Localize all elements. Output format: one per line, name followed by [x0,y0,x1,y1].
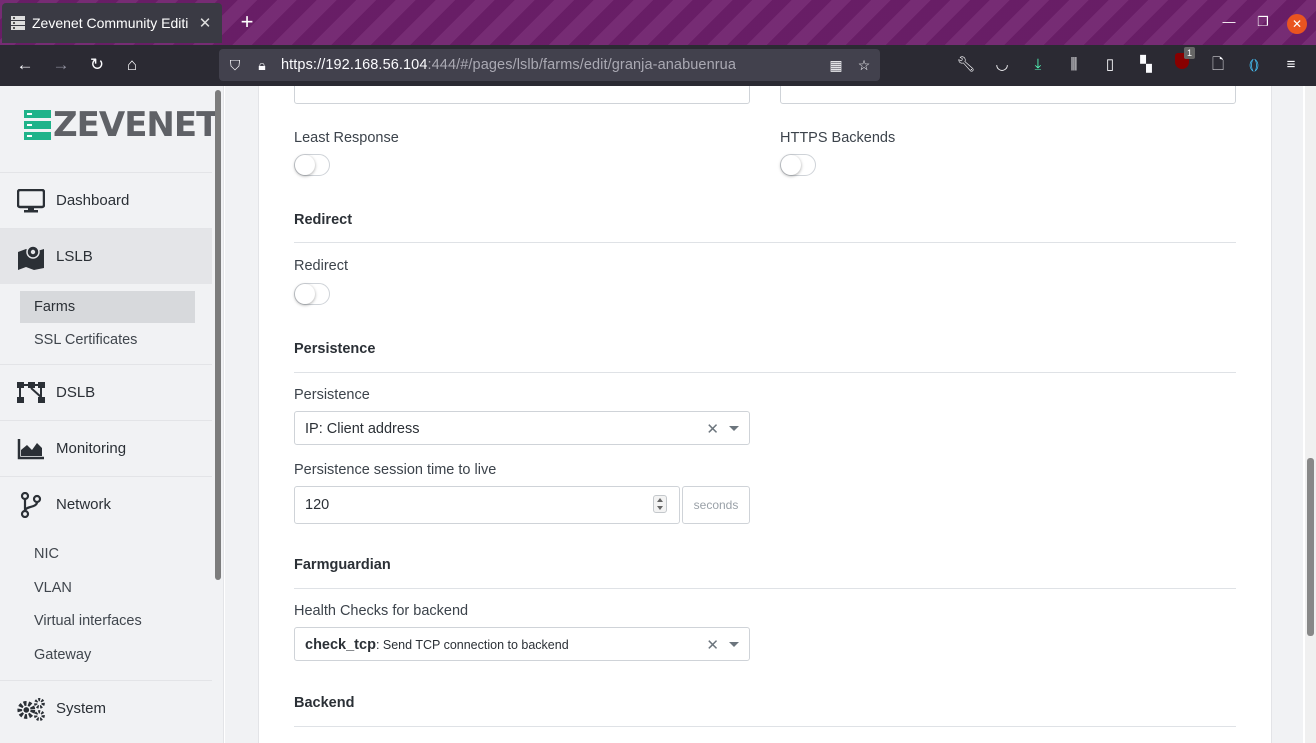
reload-icon[interactable]: ↻ [85,53,109,77]
browser-tab[interactable]: Zevenet Community Editi ✕ [2,3,222,43]
clear-icon[interactable]: ✕ [706,636,719,654]
ttl-unit-addon: seconds [682,486,750,524]
least-response-toggle[interactable] [294,154,330,176]
area-chart-icon [16,436,46,462]
wrench-icon[interactable]: 🔧︎ [954,53,978,77]
page-scrollbar[interactable] [1305,86,1316,743]
close-tab-icon[interactable]: ✕ [196,14,214,32]
back-icon[interactable]: ← [13,53,37,77]
sidebar-item-dslb[interactable]: DSLB [0,364,212,420]
document-icon[interactable]: 🗋︎ [1206,53,1230,77]
least-response-label: Least Response [294,130,399,146]
sidebar-subitem-nic[interactable]: NIC [20,538,195,570]
sidebar-item-label: Monitoring [56,440,127,457]
ttl-label: Persistence session time to live [294,462,497,478]
health-checks-select[interactable]: check_tcp: Send TCP connection to backen… [294,627,750,661]
extension-badge: 1 [1184,47,1196,59]
backend-section-title: Backend [294,695,355,711]
sidebar-item-monitoring[interactable]: Monitoring [0,420,212,476]
zevenet-logo[interactable]: ZEVENET [24,105,219,145]
caret-down-icon[interactable] [729,642,739,647]
logo-server-icon [24,110,51,140]
divider [294,242,1236,243]
health-checks-label: Health Checks for backend [294,603,469,619]
network-nodes-icon [16,380,46,406]
sidebar-item-system[interactable]: System [0,680,212,736]
persistence-select[interactable]: IP: Client address ✕ [294,411,750,445]
farm-edit-card: Least Response HTTPS Backends Redirect R… [258,86,1272,743]
https-backends-toggle[interactable] [780,154,816,176]
monitor-icon [16,188,46,214]
sidebar: ZEVENET Dashboard LSLB Farms SSL Certifi… [0,86,224,743]
sidebar-item-dashboard[interactable]: Dashboard [0,172,212,228]
number-spinner-icon[interactable] [653,495,667,513]
tab-title: Zevenet Community Editi [32,15,189,31]
caret-down-icon[interactable] [729,426,739,431]
sidebar-scrollbar[interactable] [215,90,221,580]
sidebar-item-label: LSLB [56,248,93,265]
pocket-icon[interactable]: ◡ [990,53,1014,77]
minimize-icon[interactable]: — [1220,14,1238,29]
proxy-icon[interactable]: ⦅⦆ [1242,53,1266,77]
divider [294,726,1236,727]
lock-icon[interactable]: 🔒︎ [252,55,272,75]
redirect-toggle[interactable] [294,283,330,305]
sidebar-item-label: System [56,700,107,717]
ttl-value: 120 [305,497,330,513]
sidebar-item-lslb[interactable]: LSLB [0,228,212,284]
home-icon[interactable]: ⌂ [120,53,144,77]
toggle-knob [781,155,801,175]
restore-icon[interactable]: ❐ [1254,14,1272,30]
download-icon[interactable]: ⤓ [1026,53,1050,77]
clear-icon[interactable]: ✕ [706,420,719,438]
divider [294,372,1236,373]
extensions-icon[interactable]: ▚ [1134,53,1158,77]
sidebar-subitem-virtual-interfaces[interactable]: Virtual interfaces [20,605,195,637]
address-bar[interactable]: ⛉ 🔒︎ https://192.168.56.104:444/#/pages/… [219,49,880,81]
sidebar-item-label: DSLB [56,384,96,401]
url-text[interactable]: https://192.168.56.104:444/#/pages/lslb/… [281,57,736,73]
top-right-input[interactable] [780,86,1236,104]
server-favicon-icon [11,16,25,30]
library-icon[interactable]: ⫼ [1062,53,1086,77]
main-content: Least Response HTTPS Backends Redirect R… [225,86,1303,743]
toggle-knob [295,155,315,175]
menu-icon[interactable]: ≡ [1279,53,1303,77]
sidebar-item-label: Network [56,496,112,513]
https-backends-label: HTTPS Backends [780,130,896,146]
health-checks-value: check_tcp: Send TCP connection to backen… [305,637,569,653]
persistence-label: Persistence [294,387,370,403]
farmguardian-section-title: Farmguardian [294,557,391,573]
bookmark-star-icon[interactable]: ☆ [854,55,874,75]
sidebar-item-network[interactable]: Network [0,476,212,532]
branch-icon [16,491,46,518]
sidebar-subitem-ssl-certificates[interactable]: SSL Certificates [20,324,195,356]
gears-icon [16,696,46,722]
sidebar-item-label: Dashboard [56,192,130,209]
redirect-label: Redirect [294,258,348,274]
browser-tab-bar: Zevenet Community Editi ✕ + — ❐ ✕ [0,0,1316,45]
sidebar-subitem-farms[interactable]: Farms [20,291,195,323]
window-close-icon[interactable]: ✕ [1287,14,1307,34]
persistence-section-title: Persistence [294,341,376,357]
sidebar-subitem-vlan[interactable]: VLAN [20,572,195,604]
forward-icon[interactable]: → [49,53,73,77]
page-scrollbar-thumb[interactable] [1307,458,1314,636]
map-icon [16,244,46,270]
new-tab-button[interactable]: + [236,10,258,34]
browser-toolbar: ← → ↻ ⌂ ⛉ 🔒︎ https://192.168.56.104:444/… [0,45,1316,86]
ublock-icon[interactable]: 1 [1170,47,1196,77]
sidebar-icon[interactable]: ▯ [1098,53,1122,77]
shield-icon[interactable]: ⛉ [225,55,245,75]
toggle-knob [295,284,315,304]
sidebar-subitem-gateway[interactable]: Gateway [20,639,195,671]
logo-text: ZEVENET [53,105,219,145]
ttl-input[interactable]: 120 [294,486,680,524]
top-left-input[interactable] [294,86,750,104]
persistence-value: IP: Client address [305,421,420,437]
qr-code-icon[interactable]: ▦ [826,55,846,75]
redirect-section-title: Redirect [294,212,353,228]
divider [294,588,1236,589]
